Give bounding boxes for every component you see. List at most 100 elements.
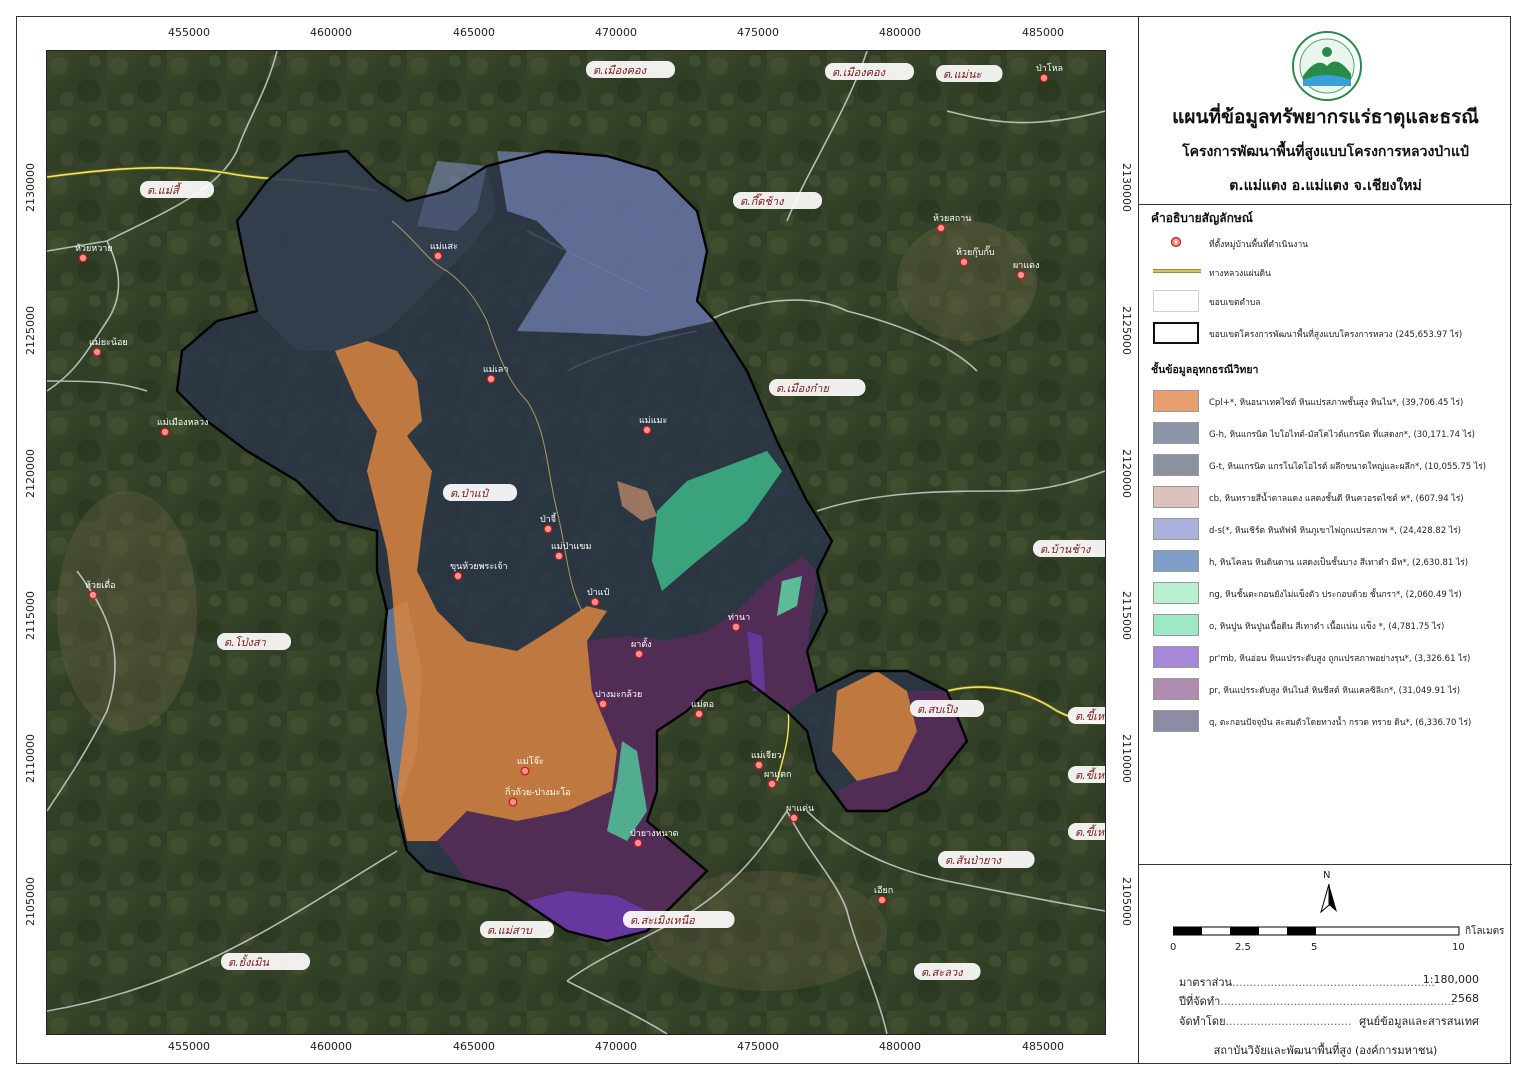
village-label: ป่าแป๋ <box>587 587 610 598</box>
x-coordinate-label: 470000 <box>595 26 637 39</box>
legend-swatch <box>1153 422 1199 444</box>
map-title: แผนที่ข้อมูลทรัพยากรแร่ธาตุและธรณี <box>1172 106 1479 128</box>
x-coordinate-label: 455000 <box>168 1040 210 1053</box>
tambon-label-text: ต.แม่นะ <box>943 68 983 81</box>
legend-item-geology: cb, หินทรายสีน้ำตาลแดง แสดงชั้นดี หินควอ… <box>1151 486 1506 508</box>
village-label: แม่แสะ <box>430 242 458 252</box>
institute-logo <box>1292 31 1362 101</box>
village-label: ขุนห้วยพระเจ้า <box>450 561 508 572</box>
y-coordinate-label: 2105000 <box>1120 877 1133 926</box>
y-coordinate-label: 2130000 <box>1120 163 1133 212</box>
project-title: โครงการพัฒนาพื้นที่สูงแบบโครงการหลวงป่าแ… <box>1182 144 1469 160</box>
legend-label: d-s(*, หินเชิร์ต หินทัฟฟ์ หินภูเขาไฟถูกแ… <box>1209 526 1461 536</box>
legend-label: ทางหลวงแผ่นดิน <box>1209 269 1271 279</box>
legend-label: G-t, หินแกรนิต แกรโนไดโอไรต์ ผลึกขนาดใหญ… <box>1209 462 1487 472</box>
legend-item-highway: ทางหลวงแผ่นดิน <box>1151 261 1506 283</box>
y-coordinate-label: 2105000 <box>24 877 37 926</box>
tambon-label-text: ต.ป่าแป๋ <box>450 487 490 500</box>
tambon-label-text: ต.โป่งสา <box>224 636 267 649</box>
x-coordinate-label: 465000 <box>453 1040 495 1053</box>
legend-label: Cpl+*, หินอนาเทคไซต์ หินแปรสภาพชั้นสูง ห… <box>1209 398 1464 408</box>
scale-info-label: มาตราส่วน <box>1179 976 1233 989</box>
y-coordinate-label: 2125000 <box>24 306 37 355</box>
legend-label: G-h, หินแกรนิต ไบโอไทต์-มัสโคไวต์แกรนิต … <box>1209 430 1475 440</box>
legend-swatch <box>1153 454 1199 476</box>
village-label: ห้วยสถาน <box>933 213 971 224</box>
highway-line-icon <box>1153 269 1201 273</box>
tambon-label-text: ต.เมืองคอง <box>832 66 887 79</box>
tambon-label: ต.สะลวง <box>914 963 981 980</box>
tambon-label: ต.แม่สาบ <box>480 921 554 938</box>
y-coordinate-label: 2110000 <box>1120 734 1133 783</box>
village-label: แม่เจียว <box>751 750 781 761</box>
tambon-label: ต.ขี้เหล็ก <box>1068 707 1105 724</box>
scale-tick: 2.5 <box>1235 942 1251 953</box>
tambon-label: ต.ขี้เหล็ก <box>1068 766 1105 783</box>
north-label: N <box>1323 870 1331 881</box>
author-info: จัดทำโดย................................… <box>1179 1012 1479 1030</box>
tambon-label: ต.แม่นะ <box>936 65 1003 82</box>
legend-item-geology: pr, หินแปรระดับสูง หินไนส์ หินชีสต์ หินแ… <box>1151 678 1506 700</box>
village-label: แม่ป่าแขม <box>551 542 591 552</box>
year-info-value: 2568 <box>1451 992 1479 1005</box>
map-canvas[interactable]: ป่าโหลห้วยสถานห้วยกุ๊บกั๊บผาแดงห้วยหวายแ… <box>47 51 1105 1034</box>
legend-item-village: ที่ตั้งหมู่บ้านพื้นที่ดำเนินงาน <box>1151 232 1506 254</box>
x-coordinate-label: 455000 <box>168 26 210 39</box>
geology-heading: ชั้นข้อมูลอุทกธรณีวิทยา <box>1151 364 1259 376</box>
x-coordinate-label: 475000 <box>737 1040 779 1053</box>
village-label: แม่ยะน้อย <box>89 337 128 348</box>
x-coordinate-label: 485000 <box>1022 1040 1064 1053</box>
legend-item-tambon-boundary: ขอบเขตตำบล <box>1151 290 1506 312</box>
village-label: แม่แมะ <box>639 416 667 426</box>
village-label: ผาแตก <box>764 770 791 780</box>
village-label: ป่ายางหนาด <box>630 829 679 839</box>
tambon-label-text: ต.สะลวง <box>921 966 964 979</box>
scale-tick: 5 <box>1311 942 1318 953</box>
tambon-label: ต.เมืองคอง <box>586 61 675 78</box>
legend-swatch <box>1153 614 1199 636</box>
y-coordinate-label: 2110000 <box>24 734 37 783</box>
scale-tick: 10 <box>1452 942 1465 953</box>
village-label: แม่เมืองหลวง <box>157 417 208 428</box>
tambon-label: ต.กึ๊ดช้าง <box>733 192 822 209</box>
x-coordinate-label: 480000 <box>879 1040 921 1053</box>
legend-swatch <box>1153 678 1199 700</box>
divider <box>1139 204 1512 205</box>
map-panel[interactable]: ป่าโหล ห้วยสถาน ห้วยกุ๊บกั๊บ ผาแดง ห้วยหวายแ… <box>46 50 1106 1035</box>
area-title: ต.แม่แตง อ.แม่แตง จ.เชียงใหม่ <box>1229 178 1422 194</box>
x-coordinate-label: 460000 <box>310 26 352 39</box>
tambon-label: ต.เมืองคอง <box>825 63 914 80</box>
y-coordinate-label: 2125000 <box>1120 306 1133 355</box>
divider <box>1139 864 1512 865</box>
legend-item-geology: ng, หินชั้นตะกอนยังไม่แข็งตัว ประกอบด้วย… <box>1151 582 1506 604</box>
tambon-label-text: ต.แม่สาบ <box>487 924 533 937</box>
legend-label: o, หินปูน หินปูนเนื้อดิน สีเทาดำ เนื้อแน… <box>1209 622 1445 632</box>
tambon-label-text: ต.เมืองก๋าย <box>776 382 830 395</box>
legend-heading: คำอธิบายสัญลักษณ์ <box>1151 211 1253 225</box>
tambon-label-text: ต.เมืองคอง <box>593 64 648 77</box>
x-coordinate-label: 480000 <box>879 26 921 39</box>
legend-label: ขอบเขตโครงการพัฒนาพื้นที่สูงแบบโครงการหล… <box>1209 330 1463 340</box>
legend-item-geology: pr'mb, หินอ่อน หินแปรระดับสูง ถูกแปรสภาพ… <box>1151 646 1506 668</box>
village-label: ผาแดง <box>1013 261 1039 271</box>
legend-label: pr, หินแปรระดับสูง หินไนส์ หินชีสต์ หินแ… <box>1209 686 1461 696</box>
tambon-label: ต.ยั้งเมิน <box>221 953 310 970</box>
legend-item-geology: G-h, หินแกรนิต ไบโอไทต์-มัสโคไวต์แกรนิต … <box>1151 422 1506 444</box>
side-panel: แผนที่ข้อมูลทรัพยากรแร่ธาตุและธรณี โครงก… <box>1138 16 1512 1064</box>
legend-item-geology: o, หินปูน หินปูนเนื้อดิน สีเทาดำ เนื้อแน… <box>1151 614 1506 636</box>
farmland-patch <box>897 221 1037 341</box>
y-coordinate-label: 2120000 <box>24 449 37 498</box>
tambon-label: ต.บ้านช้าง <box>1033 540 1105 557</box>
legend-swatch <box>1153 390 1199 412</box>
tambon-label: ต.สบเปิง <box>910 700 984 717</box>
y-coordinate-label: 2120000 <box>1120 449 1133 498</box>
x-coordinate-label: 465000 <box>453 26 495 39</box>
farmland-patch <box>57 491 197 731</box>
legend-swatch <box>1153 582 1199 604</box>
tambon-label-text: ต.สบเปิง <box>917 703 959 716</box>
legend-label: ng, หินชั้นตะกอนยังไม่แข็งตัว ประกอบด้วย… <box>1209 590 1462 600</box>
tambon-label-text: ต.ขี้เหล็ก <box>1075 767 1105 782</box>
village-label: ผาแด่น <box>786 804 814 814</box>
y-coordinate-label: 2115000 <box>24 591 37 640</box>
tambon-label-text: ต.ขี้เหล็ก <box>1075 708 1105 723</box>
